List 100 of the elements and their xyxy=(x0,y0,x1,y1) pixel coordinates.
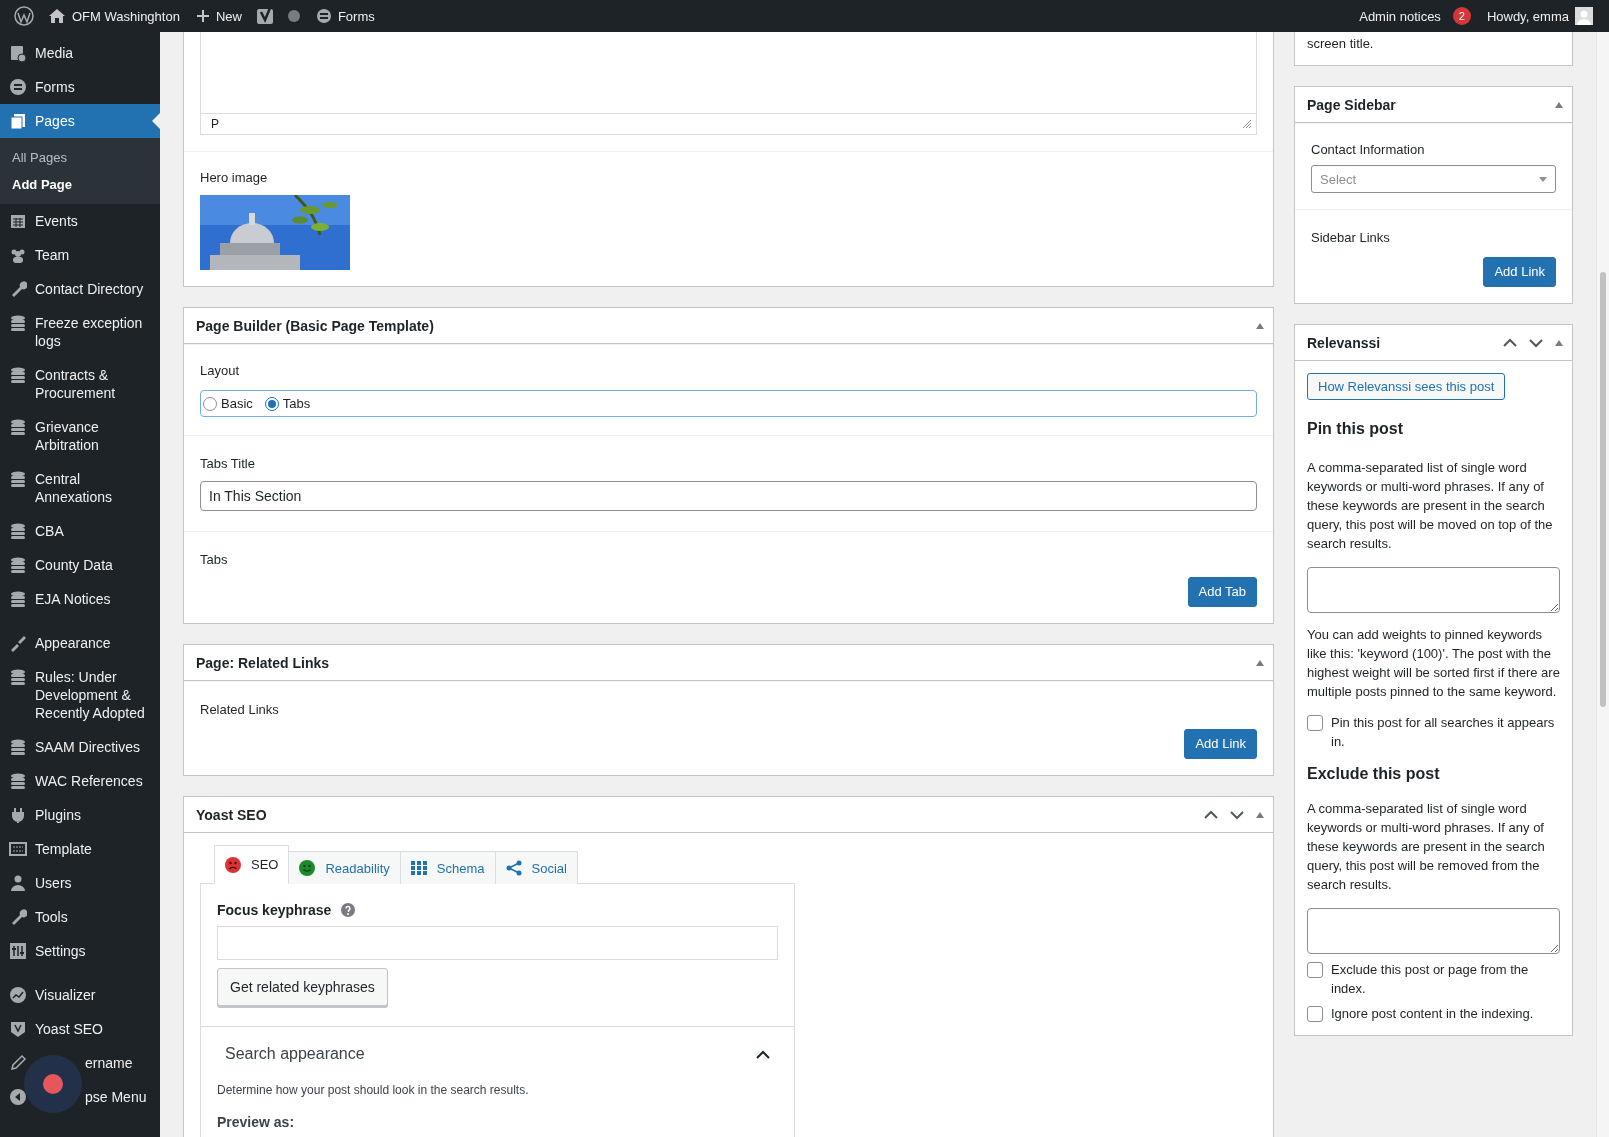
help-text: screen title. xyxy=(1307,35,1375,53)
editor-area[interactable]: P xyxy=(200,32,1257,135)
field-label: Layout xyxy=(200,363,241,378)
submenu-item[interactable]: All Pages xyxy=(0,144,160,171)
database-icon xyxy=(9,556,27,574)
collapse-arrow-icon xyxy=(1255,658,1265,667)
dropdown-arrow-icon xyxy=(1539,176,1547,182)
checkbox-label: Pin this post for all searches it appears in. xyxy=(1331,714,1556,751)
database-icon xyxy=(9,590,27,608)
description-text: Determine how your post should look in the search results. xyxy=(217,1082,530,1099)
section-heading: Pin this post xyxy=(1307,420,1404,438)
admin-notices-link[interactable]: Admin notices xyxy=(1359,8,1441,24)
database-icon xyxy=(9,418,27,436)
description-text: A comma-separated list of single word keywords or multi-word phrases. If any of these keywords are present in the search query, this post will be removed from the search results. xyxy=(1307,800,1546,894)
related-keyphrases-button[interactable]: Get related keyphrases xyxy=(217,968,388,1006)
resize-handle-icon xyxy=(1242,119,1252,129)
new-link[interactable]: New xyxy=(215,8,242,24)
menu-item[interactable]: Grievance Arbitration xyxy=(0,410,160,462)
tab[interactable]: Readability xyxy=(288,851,401,884)
menu-item[interactable]: Media xyxy=(0,36,160,70)
keywords-field[interactable] xyxy=(1307,908,1560,954)
tab[interactable]: Schema xyxy=(399,851,496,884)
grid-icon xyxy=(410,861,427,875)
collapse-arrow-icon xyxy=(1554,100,1564,109)
notification-badge: 2 xyxy=(1452,7,1471,25)
menu-item[interactable]: Visualizer xyxy=(0,978,160,1012)
section-heading: Exclude this post xyxy=(1307,765,1441,783)
yoast-icon xyxy=(255,6,274,26)
field-label: Tabs Title xyxy=(200,456,256,471)
account-link[interactable]: Howdy, emma xyxy=(1486,8,1569,24)
help-text: You can add weights to pinned keywords like this: 'keyword (100)'. The post with the highest weight will be sorted first if there are multiple posts pinned to the same keyword. xyxy=(1307,626,1560,701)
keywords-field[interactable] xyxy=(1307,567,1560,613)
menu-item[interactable]: Template xyxy=(0,832,160,866)
wordpress-logo-icon xyxy=(14,6,34,26)
database-icon xyxy=(9,668,27,686)
collapse-arrow-icon xyxy=(1255,321,1265,330)
menu-item[interactable]: Freeze exception logs xyxy=(0,306,160,358)
pencil-icon xyxy=(9,1054,27,1072)
database-icon xyxy=(9,314,27,332)
collapse-arrow-icon xyxy=(1554,338,1564,347)
menu-item[interactable]: Central Annexations xyxy=(0,462,160,514)
tab[interactable]: SEO xyxy=(214,845,290,884)
add-button[interactable]: Add Link xyxy=(1184,729,1257,759)
menu-item[interactable]: Pages xyxy=(0,104,160,138)
section-heading[interactable]: Search appearance xyxy=(225,1045,365,1063)
pages-icon xyxy=(9,112,27,130)
menu-item[interactable]: ername xyxy=(0,1046,160,1080)
element-path: P xyxy=(211,117,219,131)
form-icon xyxy=(315,8,332,24)
menu-item[interactable]: WAC References xyxy=(0,764,160,798)
tab[interactable]: Social xyxy=(494,851,578,884)
submenu-item[interactable]: Add Page xyxy=(0,171,160,198)
shield-icon xyxy=(9,1020,27,1038)
database-icon xyxy=(9,366,27,384)
menu-item[interactable]: Users xyxy=(0,866,160,900)
field-label: Tabs xyxy=(200,552,229,567)
field-label: Preview as: xyxy=(217,1114,296,1130)
menu-item[interactable]: Tools xyxy=(0,900,160,934)
add-button[interactable]: Add Link xyxy=(1483,257,1556,287)
menu-item[interactable]: Contact Directory xyxy=(0,272,160,306)
menu-item[interactable]: Yoast SEO xyxy=(0,1012,160,1046)
form-icon xyxy=(9,78,27,96)
menu-item[interactable]: SAAM Directives xyxy=(0,730,160,764)
media-icon xyxy=(9,44,27,62)
menu-item[interactable]: Forms xyxy=(0,70,160,104)
avatar-icon xyxy=(1575,7,1593,25)
field-label: Related Links xyxy=(200,702,280,717)
menu-item[interactable]: Events xyxy=(0,204,160,238)
menu-item[interactable]: County Data xyxy=(0,548,160,582)
menu-item[interactable]: Appearance xyxy=(0,626,160,660)
field-label: Hero image xyxy=(200,170,269,185)
checkbox-label: Ignore post content in the indexing. xyxy=(1331,1005,1535,1023)
scrollbar[interactable] xyxy=(1596,32,1609,1137)
text-field[interactable]: In This Section xyxy=(200,481,1257,511)
plus-icon xyxy=(195,9,210,23)
home-icon xyxy=(48,8,66,24)
checkbox[interactable] xyxy=(1307,962,1323,978)
forms-link[interactable]: Forms xyxy=(337,8,375,24)
checkbox[interactable] xyxy=(1307,1006,1323,1022)
menu-item[interactable]: Plugins xyxy=(0,798,160,832)
menu-item[interactable]: pse Menu xyxy=(0,1080,160,1114)
menu-item[interactable]: Contracts & Procurement xyxy=(0,358,160,410)
panel-title: Page Builder (Basic Page Template) xyxy=(196,317,435,334)
grid-icon xyxy=(9,840,27,858)
menu-item[interactable]: Team xyxy=(0,238,160,272)
collapse-arrow-icon xyxy=(1255,810,1265,819)
menu-item[interactable]: EJA Notices xyxy=(0,582,160,616)
keyphrase-field[interactable] xyxy=(217,926,778,960)
relevanssi-preview-button[interactable]: How Relevanssi sees this post xyxy=(1307,373,1506,400)
radio-label: Tabs xyxy=(282,396,311,411)
description-text: A comma-separated list of single word keywords or multi-word phrases. If any of these keywords are present in the search query, this post will be moved on top of the search results. xyxy=(1307,459,1554,553)
menu-item[interactable]: CBA xyxy=(0,514,160,548)
add-button[interactable]: Add Tab xyxy=(1187,577,1257,607)
menu-item[interactable]: Rules: Under Development & Recently Adopted xyxy=(0,660,160,730)
menu-item[interactable]: Settings xyxy=(0,934,160,968)
checkbox[interactable] xyxy=(1307,715,1323,731)
site-name-link[interactable]: OFM Washinghton xyxy=(72,8,180,24)
collapse-icon xyxy=(9,1088,27,1106)
help-icon xyxy=(341,903,356,917)
radio-label: Basic xyxy=(221,396,253,411)
